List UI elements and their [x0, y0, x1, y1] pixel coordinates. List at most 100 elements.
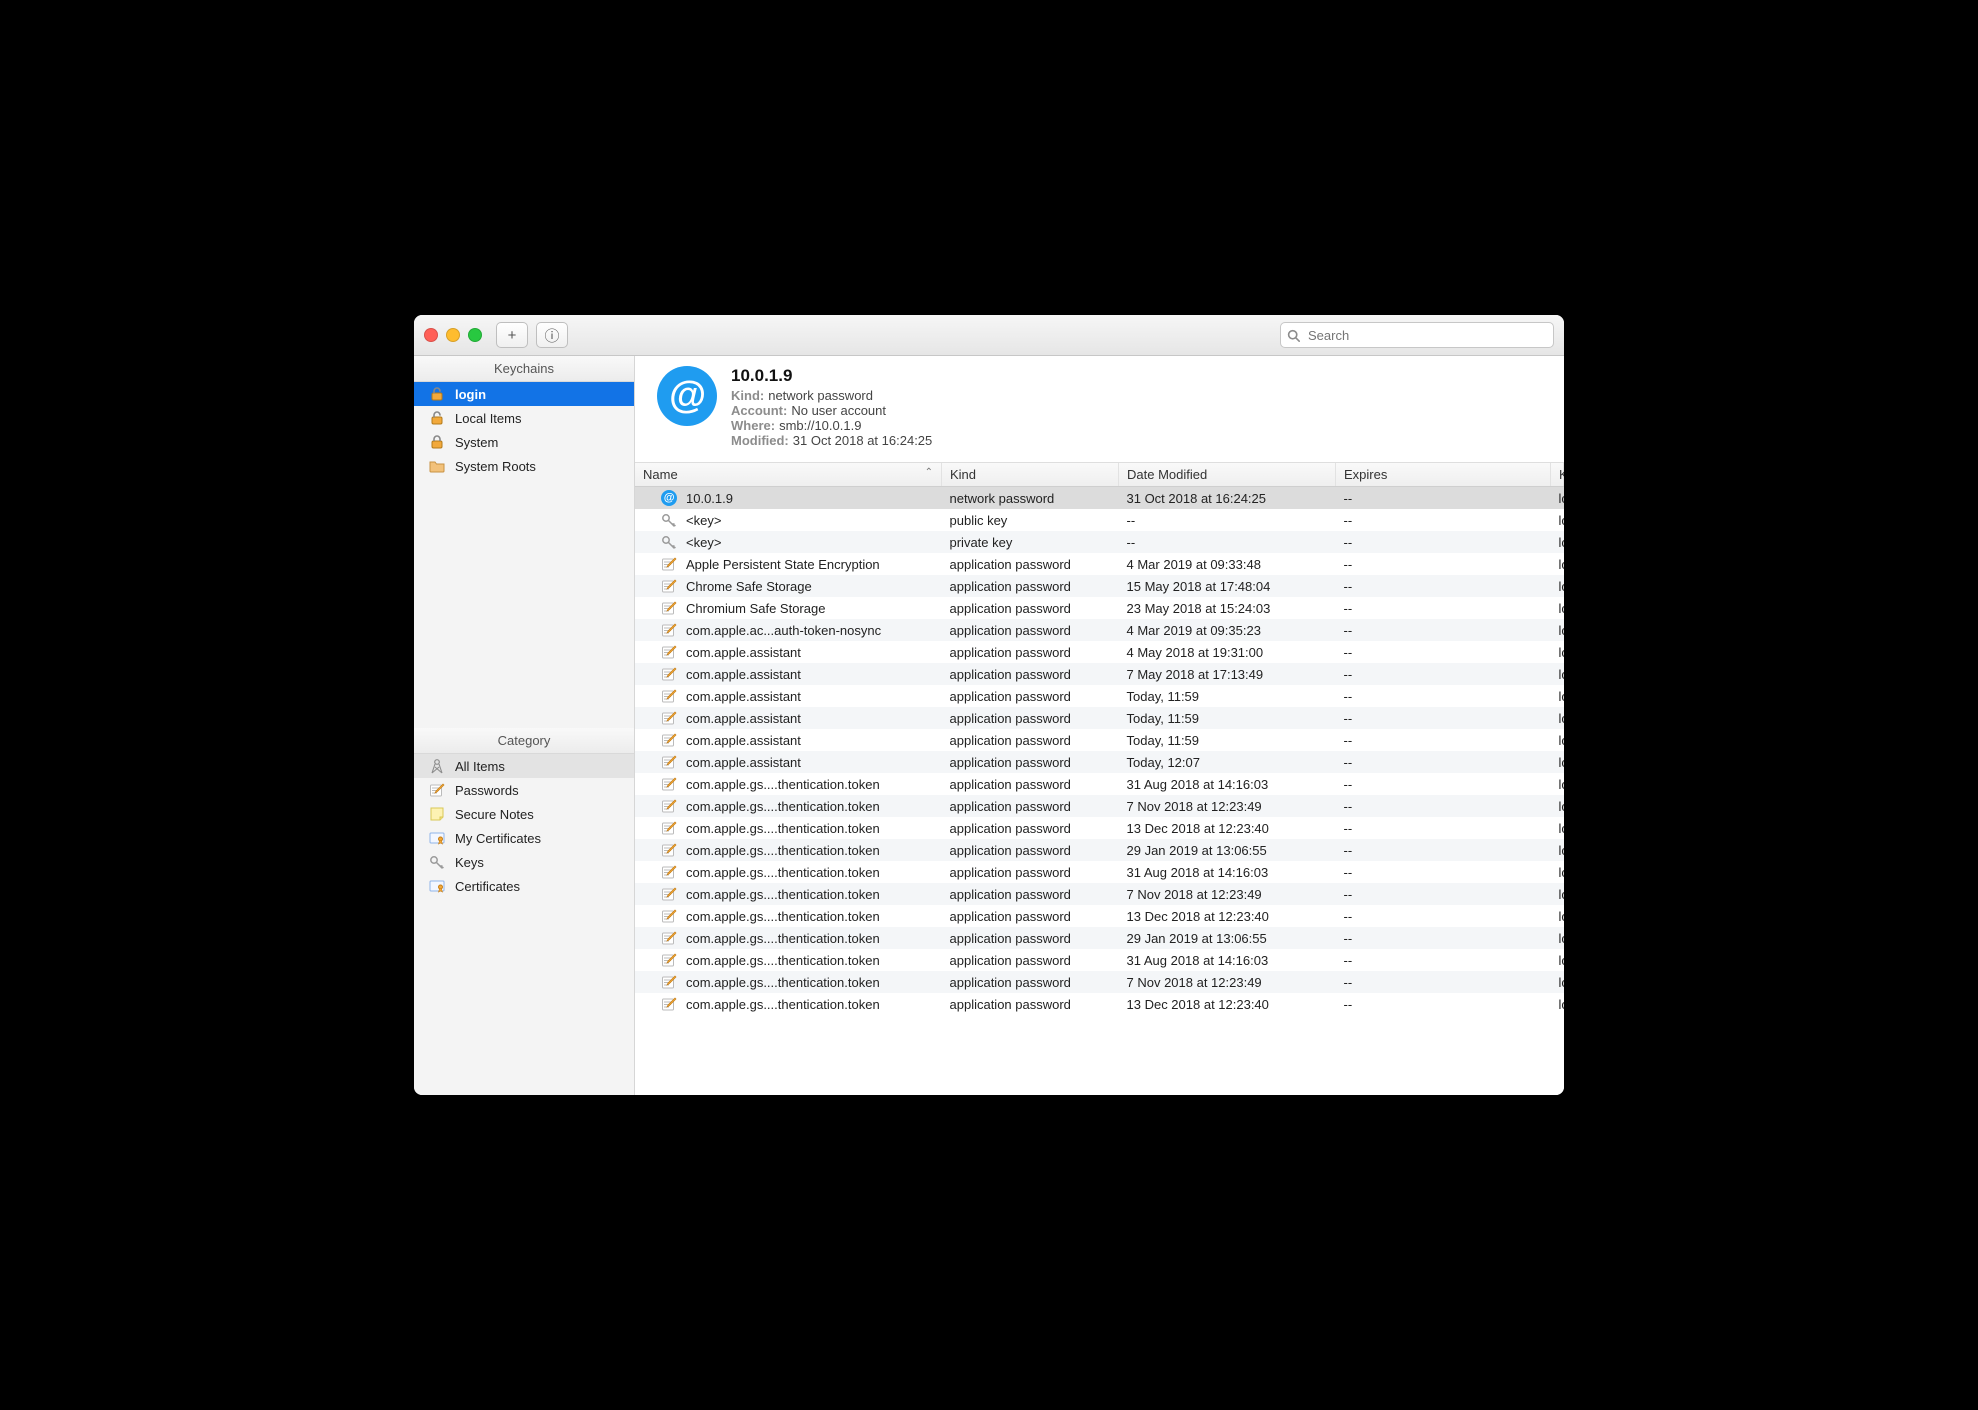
sidebar-category-keys[interactable]: Keys	[414, 850, 634, 874]
padlock-open-icon	[428, 386, 446, 402]
column-label: Name	[643, 467, 678, 482]
column-header-keychain[interactable]: Keychain	[1551, 463, 1564, 487]
cell-modified: 31 Oct 2018 at 16:24:25	[1119, 487, 1336, 510]
detail-key: Kind:	[731, 388, 764, 403]
cell-name: com.apple.gs....thentication.token	[686, 865, 880, 880]
table-row[interactable]: com.apple.assistantapplication passwordT…	[635, 729, 1564, 751]
category-header: Category	[414, 728, 634, 754]
cell-expires: --	[1336, 663, 1551, 685]
table-row[interactable]: com.apple.gs....thentication.tokenapplic…	[635, 839, 1564, 861]
table-row[interactable]: @10.0.1.9network password31 Oct 2018 at …	[635, 487, 1564, 510]
table-row[interactable]: com.apple.assistantapplication passwordT…	[635, 685, 1564, 707]
table-row[interactable]: <key>private key----login	[635, 531, 1564, 553]
cell-name: 10.0.1.9	[686, 491, 733, 506]
cell-kind: application password	[942, 861, 1119, 883]
table-row[interactable]: Apple Persistent State Encryptionapplica…	[635, 553, 1564, 575]
column-label: Expires	[1344, 467, 1387, 482]
table-row[interactable]: com.apple.gs....thentication.token applic…	[635, 861, 1564, 883]
cell-expires: --	[1336, 619, 1551, 641]
detail-row: Where:smb://10.0.1.9	[731, 418, 932, 433]
column-header-date-modified[interactable]: Date Modified	[1119, 463, 1336, 487]
sidebar-category-all-items[interactable]: All Items	[414, 754, 634, 778]
sticky-note-icon	[428, 806, 446, 822]
table-row[interactable]: com.apple.assistantapplication password7…	[635, 663, 1564, 685]
column-header-expires[interactable]: Expires	[1336, 463, 1551, 487]
table-row[interactable]: com.apple.assistantapplication passwordT…	[635, 751, 1564, 773]
search-input[interactable]	[1306, 327, 1547, 344]
table-row[interactable]: com.apple.gs....thentication.tokenapplic…	[635, 795, 1564, 817]
sidebar-category-my-certificates[interactable]: My Certificates	[414, 826, 634, 850]
table-row[interactable]: com.apple.gs....thentication.tokenapplic…	[635, 883, 1564, 905]
search-field[interactable]	[1280, 322, 1554, 348]
cell-modified: 15 May 2018 at 17:48:04	[1119, 575, 1336, 597]
column-header-name[interactable]: Name ⌃	[635, 463, 942, 487]
cell-expires: --	[1336, 641, 1551, 663]
info-button[interactable]: ⓘ	[536, 322, 568, 348]
table-row[interactable]: Chrome Safe Storageapplication password1…	[635, 575, 1564, 597]
cell-kind: application password	[942, 773, 1119, 795]
cell-keychain: login	[1551, 927, 1564, 949]
sidebar-keychain-system[interactable]: System	[414, 430, 634, 454]
table-row[interactable]: Chromium Safe Storageapplication passwor…	[635, 597, 1564, 619]
detail-value: smb://10.0.1.9	[779, 418, 861, 433]
table-row[interactable]: <key>public key----login	[635, 509, 1564, 531]
sidebar-keychain-local-items[interactable]: Local Items	[414, 406, 634, 430]
sort-asc-icon: ⌃	[925, 467, 933, 478]
sidebar-category-secure-notes[interactable]: Secure Notes	[414, 802, 634, 826]
cell-expires: --	[1336, 927, 1551, 949]
sidebar-category-passwords[interactable]: Passwords	[414, 778, 634, 802]
cell-modified: 4 Mar 2019 at 09:35:23	[1119, 619, 1336, 641]
cell-name: Chrome Safe Storage	[686, 579, 812, 594]
cell-expires: --	[1336, 839, 1551, 861]
cell-name: com.apple.assistant	[686, 711, 801, 726]
table-row[interactable]: com.apple.gs....thentication.tokenapplic…	[635, 971, 1564, 993]
cell-kind: application password	[942, 905, 1119, 927]
keychain-access-window: + ⓘ Keychains loginLocal ItemsSystemSyst…	[414, 315, 1564, 1095]
minimize-window-button[interactable]	[446, 328, 460, 342]
cell-keychain: login	[1551, 509, 1564, 531]
table-row[interactable]: com.apple.assistantapplication passwordT…	[635, 707, 1564, 729]
cell-expires: --	[1336, 861, 1551, 883]
table-row[interactable]: com.apple.assistantapplication password4…	[635, 641, 1564, 663]
note-pencil-icon	[661, 754, 677, 770]
close-window-button[interactable]	[424, 328, 438, 342]
note-pencil-icon	[661, 864, 677, 880]
table-row[interactable]: com.apple.gs....thentication.tokenapplic…	[635, 905, 1564, 927]
detail-row: Kind:network password	[731, 388, 932, 403]
sidebar-item-label: Certificates	[455, 879, 520, 894]
cell-name: com.apple.gs....thentication.token	[686, 799, 880, 814]
cell-expires: --	[1336, 729, 1551, 751]
note-pencil-icon	[661, 600, 677, 616]
cell-expires: --	[1336, 949, 1551, 971]
cell-expires: --	[1336, 993, 1551, 1015]
cell-expires: --	[1336, 531, 1551, 553]
add-item-button[interactable]: +	[496, 322, 528, 348]
column-header-kind[interactable]: Kind	[942, 463, 1119, 487]
note-pencil-icon	[661, 732, 677, 748]
table-row[interactable]: com.apple.gs....thentication.tokenapplic…	[635, 927, 1564, 949]
cell-name: com.apple.gs....thentication.token	[686, 931, 880, 946]
cell-keychain: login	[1551, 971, 1564, 993]
sidebar-category-certificates[interactable]: Certificates	[414, 874, 634, 898]
table-row[interactable]: com.apple.ac...auth-token-nosyncapplicat…	[635, 619, 1564, 641]
sidebar-keychain-login[interactable]: login	[414, 382, 634, 406]
table-row[interactable]: com.apple.gs....thentication.tokenapplic…	[635, 993, 1564, 1015]
zoom-window-button[interactable]	[468, 328, 482, 342]
cell-kind: network password	[942, 487, 1119, 510]
note-pencil-icon	[661, 842, 677, 858]
table-row[interactable]: com.apple.gs....thentication.tokenapplic…	[635, 817, 1564, 839]
cell-modified: 23 May 2018 at 15:24:03	[1119, 597, 1336, 619]
detail-key: Account:	[731, 403, 787, 418]
sidebar-keychain-system-roots[interactable]: System Roots	[414, 454, 634, 478]
cell-kind: application password	[942, 993, 1119, 1015]
table-row[interactable]: com.apple.gs....thentication.tokenapplic…	[635, 773, 1564, 795]
cell-kind: application password	[942, 883, 1119, 905]
cell-keychain: login	[1551, 905, 1564, 927]
cell-modified: 7 Nov 2018 at 12:23:49	[1119, 971, 1336, 993]
items-table-scroll[interactable]: Name⌃KindDate ModifiedExpiresKeychain @1…	[635, 463, 1564, 1095]
sidebar-item-label: Local Items	[455, 411, 521, 426]
table-row[interactable]: com.apple.gs....thentication.tokenapplic…	[635, 949, 1564, 971]
cell-keychain: login	[1551, 817, 1564, 839]
cell-kind: public key	[942, 509, 1119, 531]
cell-keychain: login	[1551, 773, 1564, 795]
